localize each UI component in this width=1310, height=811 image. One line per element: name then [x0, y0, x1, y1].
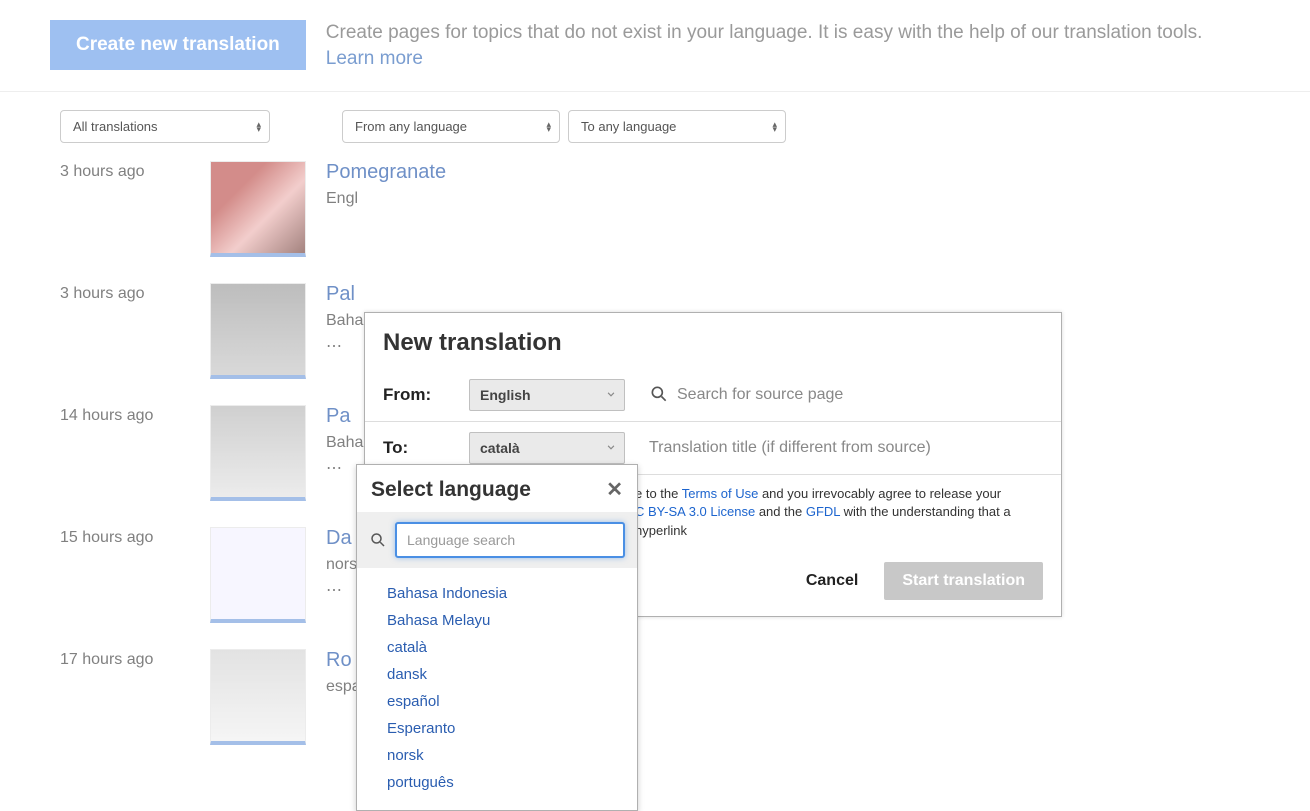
translation-row: 17 hours ago Ro espa [60, 649, 1310, 745]
thumbnail[interactable] [210, 161, 306, 257]
timestamp: 3 hours ago [60, 161, 210, 181]
chevron-updown-icon: ▴▾ [256, 122, 261, 132]
article-title-link[interactable]: Pal [326, 283, 355, 305]
language-option[interactable]: português [357, 769, 637, 796]
popover-title: Select language [371, 477, 531, 503]
chevron-down-icon [604, 387, 618, 404]
language-option[interactable]: Bahasa Melayu [357, 607, 637, 634]
top-description: Create pages for topics that do not exis… [326, 20, 1226, 71]
translation-row: 3 hours ago Pomegranate Engl [60, 161, 1310, 257]
timestamp: 17 hours ago [60, 649, 210, 669]
source-page-input[interactable] [677, 386, 1043, 404]
select-language-popover: Select language ✕ Bahasa Indonesia Bahas… [356, 464, 638, 810]
language-option[interactable]: Esperanto [357, 715, 637, 742]
chevron-updown-icon: ▴▾ [546, 122, 551, 132]
from-label: From: [383, 385, 469, 405]
language-option[interactable]: español [357, 688, 637, 715]
from-row: From: English [365, 369, 1061, 422]
filter-all-translations[interactable]: All translations ▴▾ [60, 110, 270, 143]
chevron-updown-icon: ▴▾ [772, 122, 777, 132]
article-title-link[interactable]: Pomegranate [326, 161, 446, 183]
article-title-link[interactable]: Pa [326, 405, 350, 427]
dialog-title: New translation [365, 313, 1061, 369]
language-option[interactable]: Bahasa Indonesia [357, 580, 637, 607]
from-language-dropdown[interactable]: English [469, 379, 625, 411]
create-translation-button[interactable]: Create new translation [50, 20, 306, 70]
language-search-input[interactable] [395, 522, 625, 558]
gfdl-link[interactable]: GFDL [806, 504, 840, 519]
language-option[interactable]: català [357, 634, 637, 661]
filter-from-language[interactable]: From any language ▴▾ [342, 110, 560, 143]
search-icon [649, 384, 669, 407]
language-pair: Engl [326, 190, 1310, 208]
thumbnail[interactable] [210, 405, 306, 501]
start-translation-button[interactable]: Start translation [884, 562, 1043, 600]
thumbnail[interactable] [210, 283, 306, 379]
to-language-dropdown[interactable]: català [469, 432, 625, 464]
filter-bar: All translations ▴▾ From any language ▴▾… [60, 110, 1310, 143]
cancel-button[interactable]: Cancel [806, 572, 858, 590]
to-label: To: [383, 438, 469, 458]
chevron-down-icon [604, 440, 618, 457]
search-icon [369, 531, 387, 549]
language-search-row [357, 512, 637, 568]
language-option[interactable]: norsk [357, 742, 637, 769]
language-option[interactable]: dansk [357, 661, 637, 688]
language-list: Bahasa Indonesia Bahasa Melayu català da… [357, 568, 637, 810]
terms-link[interactable]: Terms of Use [682, 486, 759, 501]
learn-more-link[interactable]: Learn more [326, 48, 423, 69]
close-icon[interactable]: ✕ [606, 477, 623, 503]
thumbnail[interactable] [210, 649, 306, 745]
license-link[interactable]: C BY-SA 3.0 License [635, 504, 755, 519]
timestamp: 3 hours ago [60, 283, 210, 303]
filter-to-language[interactable]: To any language ▴▾ [568, 110, 786, 143]
thumbnail[interactable] [210, 527, 306, 623]
article-title-link[interactable]: Da [326, 527, 352, 549]
timestamp: 15 hours ago [60, 527, 210, 547]
translation-title-input[interactable] [649, 439, 1043, 457]
article-title-link[interactable]: Ro [326, 649, 352, 671]
timestamp: 14 hours ago [60, 405, 210, 425]
